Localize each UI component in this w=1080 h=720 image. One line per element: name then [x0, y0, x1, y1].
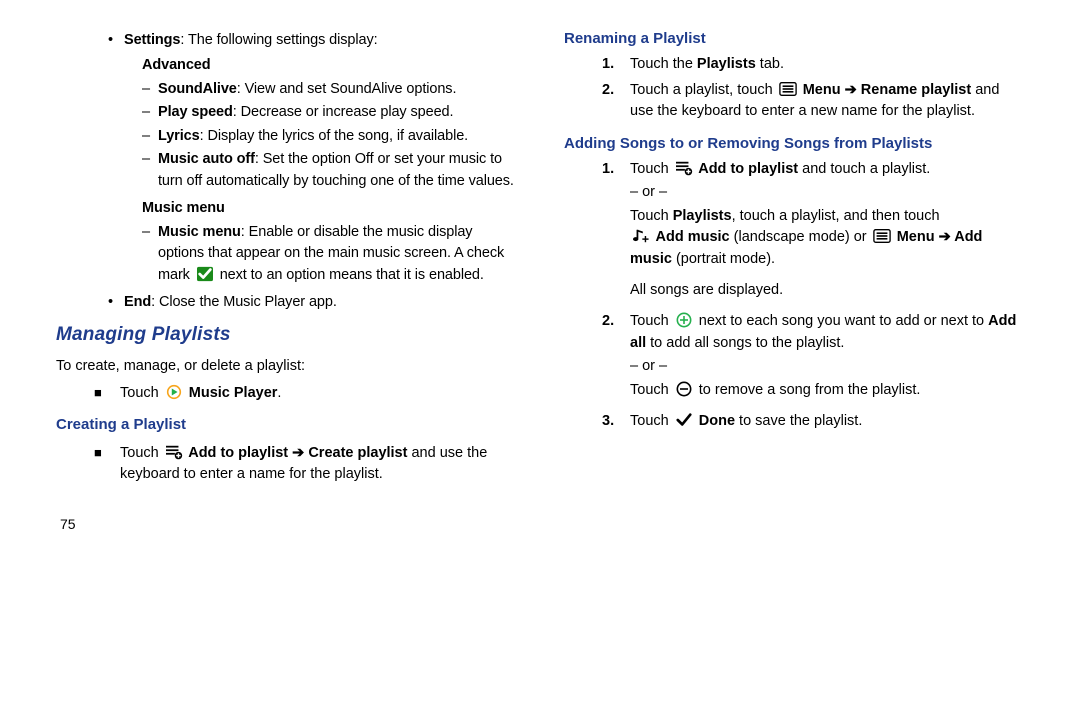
managing-playlists-heading: Managing Playlists: [56, 321, 516, 349]
dash-bullet: –: [142, 102, 158, 123]
managing-intro: To create, manage, or delete a playlist:: [56, 356, 516, 377]
minus-circle-icon: [675, 381, 693, 397]
adv-item-1: – Play speed: Decrease or increase play …: [142, 102, 516, 123]
music-player-icon: [165, 384, 183, 400]
add-to-playlist-icon: [165, 444, 183, 460]
adding-songs-heading: Adding Songs to or Removing Songs from P…: [564, 133, 1024, 155]
renaming-playlist-heading: Renaming a Playlist: [564, 28, 1024, 50]
step-number: 1.: [602, 54, 630, 75]
or-sep-2: – or –: [630, 356, 1024, 377]
all-songs-displayed: All songs are displayed.: [630, 280, 1024, 301]
add-step-1-alt: Touch Playlists, touch a playlist, and t…: [630, 206, 1024, 270]
rename-step-1: 1. Touch the Playlists tab.: [602, 54, 1024, 75]
or-sep-1: – or –: [630, 182, 1024, 203]
checkmark-icon: [196, 266, 214, 282]
bullet-dot: •: [108, 292, 124, 313]
dash-bullet: –: [142, 79, 158, 100]
settings-line: • Settings: The following settings displ…: [108, 30, 516, 51]
settings-bold: Settings: [124, 32, 180, 48]
step-number: 1.: [602, 159, 630, 180]
settings-rest: : The following settings display:: [180, 32, 377, 48]
add-music-icon: [632, 228, 650, 244]
touch-music-player-line: ■ Touch Music Player.: [94, 383, 516, 404]
left-column: • Settings: The following settings displ…: [56, 28, 516, 700]
musicmenu-item: – Music menu: Enable or disable the musi…: [142, 222, 516, 286]
create-playlist-line: ■ Touch Add to playlist ➔ Create playlis…: [94, 443, 516, 486]
rename-step-2: 2. Touch a playlist, touch Menu ➔ Rename…: [602, 80, 1024, 123]
add-to-playlist-icon: [675, 160, 693, 176]
square-bullet: ■: [94, 443, 120, 486]
creating-playlist-heading: Creating a Playlist: [56, 414, 516, 436]
dash-bullet: –: [142, 222, 158, 286]
menu-icon: [779, 81, 797, 97]
end-line: • End: Close the Music Player app.: [108, 292, 516, 313]
plus-circle-icon: [675, 312, 693, 328]
square-bullet: ■: [94, 383, 120, 404]
check-icon: [675, 412, 693, 428]
adv-item-2: – Lyrics: Display the lyrics of the song…: [142, 126, 516, 147]
bullet-dot: •: [108, 30, 124, 51]
dash-bullet: –: [142, 126, 158, 147]
add-step-2: 2. Touch next to each song you want to a…: [602, 311, 1024, 354]
musicmenu-heading: Music menu: [142, 198, 516, 219]
menu-icon: [873, 228, 891, 244]
manual-page: • Settings: The following settings displ…: [0, 0, 1080, 720]
page-number: 75: [60, 514, 516, 535]
adv-item-0: – SoundAlive: View and set SoundAlive op…: [142, 79, 516, 100]
step-number: 2.: [602, 311, 630, 354]
right-column: Renaming a Playlist 1. Touch the Playlis…: [564, 28, 1024, 700]
add-step-1: 1. Touch Add to playlist and touch a pla…: [602, 159, 1024, 180]
advanced-heading: Advanced: [142, 55, 516, 76]
step-number: 2.: [602, 80, 630, 123]
adv-item-3: – Music auto off: Set the option Off or …: [142, 149, 516, 192]
dash-bullet: –: [142, 149, 158, 192]
step-number: 3.: [602, 411, 630, 432]
add-step-3: 3. Touch Done to save the playlist.: [602, 411, 1024, 432]
add-step-2-remove: Touch to remove a song from the playlist…: [630, 380, 1024, 401]
